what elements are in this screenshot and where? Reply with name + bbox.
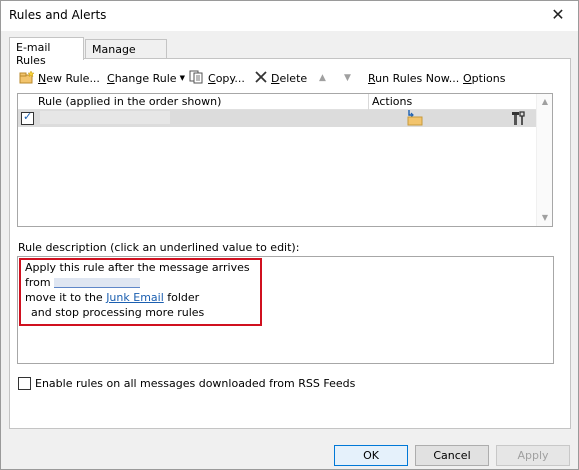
rule-enabled-checkbox[interactable]: ✓ [21, 110, 34, 125]
apply-button[interactable]: Apply [496, 445, 570, 466]
tab-email-rules[interactable]: E-mail Rules [9, 37, 84, 67]
dialog-title: Rules and Alerts [9, 8, 107, 22]
rules-list[interactable]: Rule (applied in the order shown) Action… [17, 93, 553, 227]
column-divider[interactable] [368, 94, 369, 110]
move-up-icon[interactable]: ▲ [319, 70, 326, 86]
chevron-down-icon: ▼ [179, 74, 185, 82]
run-rules-now-button[interactable]: Run Rules Now... [368, 70, 459, 86]
tab-email-rules-label: E-mail Rules [16, 41, 51, 67]
red-highlight-annotation [19, 258, 262, 326]
delete-icon [254, 70, 268, 87]
scroll-down-icon[interactable]: ▼ [537, 210, 553, 226]
move-down-icon[interactable]: ▼ [344, 70, 351, 86]
check-icon: ✓ [23, 110, 33, 123]
rule-tools-icon [512, 111, 528, 129]
rules-list-header: Rule (applied in the order shown) Action… [18, 94, 536, 110]
ok-button[interactable]: OK [334, 445, 408, 466]
options-button[interactable]: Options [463, 70, 505, 86]
rss-rules-checkbox[interactable] [18, 377, 31, 390]
scroll-up-icon[interactable]: ▲ [537, 94, 553, 110]
folder-move-icon [406, 110, 424, 129]
cancel-button[interactable]: Cancel [415, 445, 489, 466]
rule-description-label: Rule description (click an underlined va… [18, 241, 300, 254]
delete-rule-button[interactable]: Delete [254, 70, 307, 86]
rss-rules-option[interactable]: Enable rules on all messages downloaded … [18, 377, 355, 390]
new-rule-icon [19, 69, 35, 87]
run-rules-now-label: Run Rules Now... [368, 71, 460, 85]
rules-list-scrollbar[interactable]: ▲ ▼ [536, 94, 552, 226]
copy-icon [189, 70, 205, 87]
rules-and-alerts-dialog: Rules and Alerts ✕ E-mail Rules Manage A… [0, 0, 579, 470]
table-row[interactable]: ✓ redacted [18, 110, 536, 127]
copy-rule-button[interactable]: Copy... [189, 70, 245, 86]
copy-label: Copy... [208, 71, 245, 85]
tab-manage-alerts[interactable]: Manage Alerts [85, 39, 167, 69]
new-rule-button[interactable]: New Rule... [19, 69, 100, 87]
column-header-rule[interactable]: Rule (applied in the order shown) [38, 95, 221, 108]
delete-label: Delete [271, 71, 308, 85]
options-label: Options [463, 71, 506, 85]
column-header-actions[interactable]: Actions [372, 95, 412, 108]
rss-rules-label: Enable rules on all messages downloaded … [35, 377, 356, 390]
change-rule-button[interactable]: Change Rule ▼ [107, 70, 185, 86]
title-bar: Rules and Alerts ✕ [1, 1, 578, 31]
change-rule-label: Change Rule [107, 71, 177, 85]
new-rule-label: New Rule... [38, 71, 100, 85]
close-icon[interactable]: ✕ [548, 5, 568, 25]
rule-name-redacted: redacted [40, 111, 170, 124]
